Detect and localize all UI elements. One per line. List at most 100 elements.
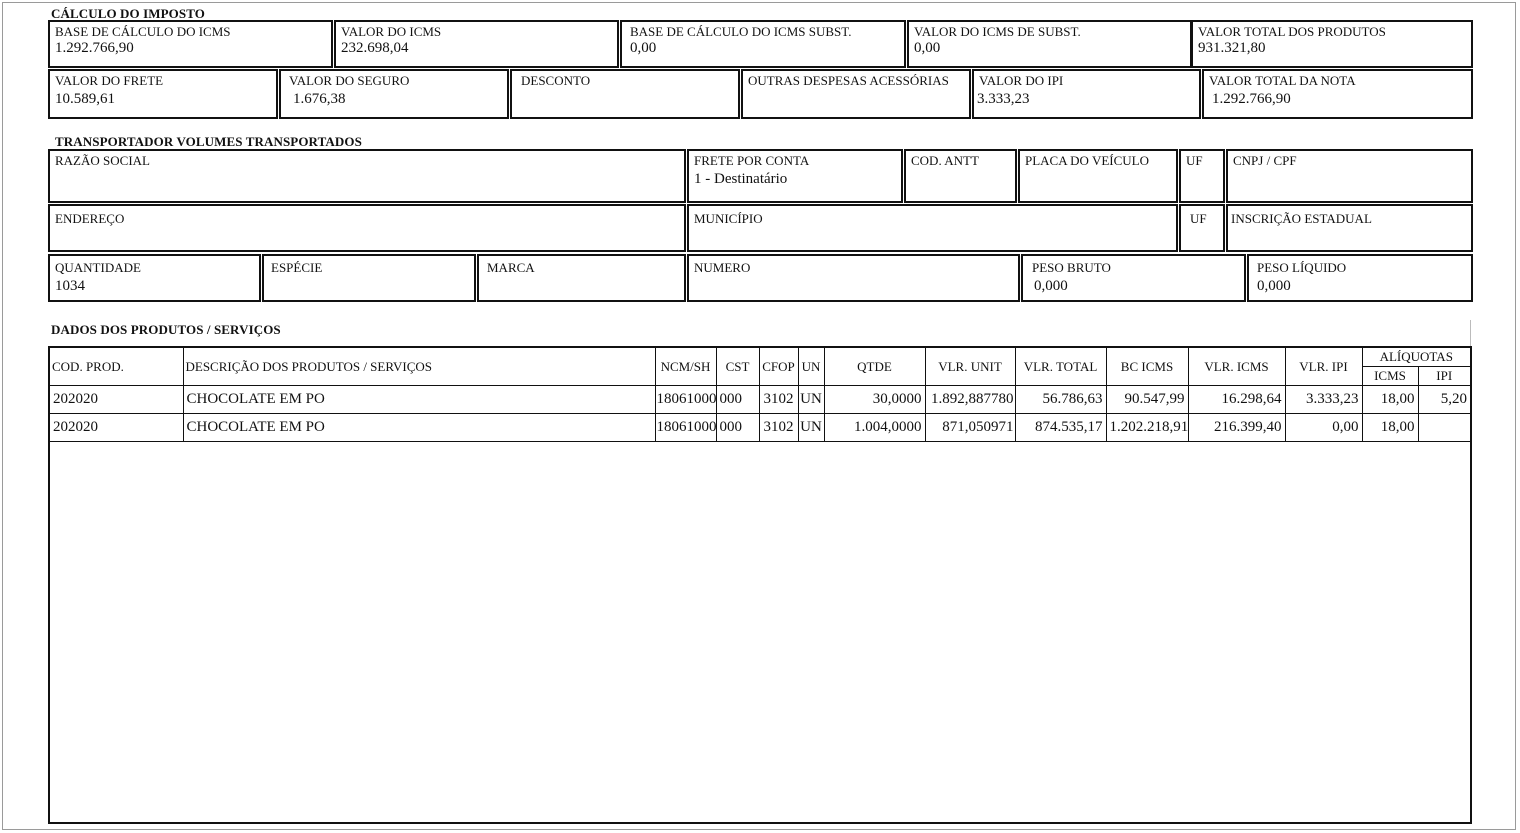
inscricao-estadual-box: INSCRIÇÃO ESTADUAL (1226, 204, 1473, 252)
cell-vlr-ipi: 3.333,23 (1284, 385, 1363, 414)
field-label: PESO BRUTO (1032, 260, 1111, 275)
valor-total-produtos-box: VALOR TOTAL DOS PRODUTOS 931.321,80 (1191, 20, 1473, 68)
table-row: 202020 CHOCOLATE EM PO 18061000 000 3102… (50, 413, 1470, 442)
field-label: UF (1186, 153, 1203, 168)
col-header-descricao: DESCRIÇÃO DOS PRODUTOS / SERVIÇOS (182, 348, 656, 386)
cell-cfop: 3102 (758, 413, 799, 442)
field-label: NUMERO (694, 260, 751, 275)
field-label: VALOR TOTAL DOS PRODUTOS (1198, 24, 1386, 39)
razao-social-box: RAZÃO SOCIAL (48, 149, 686, 203)
valor-frete-box: VALOR DO FRETE 10.589,61 (48, 69, 278, 119)
field-label: OUTRAS DESPESAS ACESSÓRIAS (748, 73, 949, 88)
cell-vlr-ipi: 0,00 (1284, 413, 1363, 442)
cell-vlr-total: 56.786,63 (1014, 385, 1107, 414)
field-label: RAZÃO SOCIAL (55, 153, 150, 168)
valor-icms-box: VALOR DO ICMS 232.698,04 (334, 20, 619, 68)
field-value: 1.292.766,90 (55, 40, 134, 56)
especie-box: ESPÉCIE (262, 254, 476, 302)
field-label: INSCRIÇÃO ESTADUAL (1231, 211, 1372, 226)
valor-ipi-box: VALOR DO IPI 3.333,23 (972, 69, 1201, 119)
cell-aliq-icms: 18,00 (1361, 385, 1419, 414)
field-label: COD. ANTT (911, 153, 979, 168)
field-label: UF (1190, 211, 1207, 226)
field-label: VALOR DO IPI (979, 73, 1064, 88)
cell-un: UN (797, 385, 825, 414)
uf-box: UF (1179, 204, 1225, 252)
cnpj-cpf-box: CNPJ / CPF (1226, 149, 1473, 203)
municipio-box: MUNICÍPIO (687, 204, 1178, 252)
cell-vlr-unit: 871,050971 (924, 413, 1016, 442)
cell-un: UN (797, 413, 825, 442)
placa-veiculo-box: PLACA DO VEÍCULO (1018, 149, 1178, 203)
col-header-aliquotas: ALÍQUOTAS (1361, 348, 1470, 367)
cell-descricao: CHOCOLATE EM PO (182, 413, 656, 442)
field-label: ESPÉCIE (271, 260, 323, 275)
field-label: BASE DE CÁLCULO DO ICMS (55, 24, 231, 39)
col-header-vlr-icms: VLR. ICMS (1187, 348, 1286, 386)
col-header-cfop: CFOP (758, 348, 799, 386)
peso-liquido-box: PESO LÍQUIDO 0,000 (1247, 254, 1473, 302)
cell-qtde: 30,0000 (823, 385, 926, 414)
field-label: BASE DE CÁLCULO DO ICMS SUBST. (630, 24, 852, 39)
transportador-section-title: TRANSPORTADOR VOLUMES TRANSPORTADOS (55, 134, 362, 149)
field-label: QUANTIDADE (55, 260, 141, 275)
produtos-section-title: DADOS DOS PRODUTOS / SERVIÇOS (51, 322, 281, 337)
col-header-aliq-ipi: IPI (1417, 366, 1470, 386)
cell-cst: 000 (715, 413, 760, 442)
cell-bc-icms: 90.547,99 (1105, 385, 1189, 414)
desconto-box: DESCONTO (510, 69, 740, 119)
field-value: 1034 (55, 278, 85, 294)
base-calculo-icms-box: BASE DE CÁLCULO DO ICMS 1.292.766,90 (48, 20, 333, 68)
field-label: PLACA DO VEÍCULO (1025, 153, 1149, 168)
field-value: 1 - Destinatário (694, 171, 788, 187)
col-header-cod-prod: COD. PROD. (50, 348, 184, 386)
cell-aliq-ipi (1417, 413, 1470, 442)
col-header-cst: CST (715, 348, 760, 386)
marca-box: MARCA (477, 254, 686, 302)
valor-total-nota-box: VALOR TOTAL DA NOTA 1.292.766,90 (1202, 69, 1473, 119)
cell-vlr-unit: 1.892,887780 (924, 385, 1016, 414)
field-label: VALOR DO ICMS (341, 24, 442, 39)
col-header-un: UN (797, 348, 825, 386)
cell-cst: 000 (715, 385, 760, 414)
col-header-vlr-ipi: VLR. IPI (1284, 348, 1363, 386)
field-value: 0,00 (914, 40, 941, 56)
cell-descricao: CHOCOLATE EM PO (182, 385, 656, 414)
valor-seguro-box: VALOR DO SEGURO 1.676,38 (279, 69, 509, 119)
cell-vlr-total: 874.535,17 (1014, 413, 1107, 442)
numero-box: NUMERO (687, 254, 1020, 302)
cell-ncm: 18061000 (654, 385, 717, 414)
col-header-ncm: NCM/SH (654, 348, 717, 386)
divider (1470, 320, 1471, 346)
field-label: FRETE POR CONTA (694, 153, 810, 168)
field-value: 1.292.766,90 (1212, 91, 1291, 107)
field-value: 0,000 (1034, 278, 1068, 294)
field-value: 10.589,61 (55, 91, 115, 107)
cell-cod-prod: 202020 (50, 413, 184, 442)
field-label: VALOR DO FRETE (55, 73, 164, 88)
table-row: 202020 CHOCOLATE EM PO 18061000 000 3102… (50, 385, 1470, 414)
valor-icms-subst-box: VALOR DO ICMS DE SUBST. 0,00 (907, 20, 1192, 68)
col-header-vlr-total: VLR. TOTAL (1014, 348, 1107, 386)
cell-aliq-ipi: 5,20 (1417, 385, 1470, 414)
products-table: COD. PROD. DESCRIÇÃO DOS PRODUTOS / SERV… (50, 348, 1470, 442)
uf-box: UF (1179, 149, 1225, 203)
col-header-bc-icms: BC ICMS (1105, 348, 1189, 386)
field-label: MARCA (487, 260, 535, 275)
field-label: CNPJ / CPF (1233, 153, 1297, 168)
field-label: ENDEREÇO (55, 211, 125, 226)
cell-vlr-icms: 216.399,40 (1187, 413, 1286, 442)
col-header-vlr-unit: VLR. UNIT (924, 348, 1016, 386)
endereco-box: ENDEREÇO (48, 204, 686, 252)
col-header-qtde: QTDE (823, 348, 926, 386)
field-value: 931.321,80 (1198, 40, 1266, 56)
base-calculo-icms-subst-box: BASE DE CÁLCULO DO ICMS SUBST. 0,00 (620, 20, 906, 68)
cell-aliq-icms: 18,00 (1361, 413, 1419, 442)
cell-ncm: 18061000 (654, 413, 717, 442)
field-value: 1.676,38 (293, 91, 346, 107)
field-value: 232.698,04 (341, 40, 409, 56)
cell-vlr-icms: 16.298,64 (1187, 385, 1286, 414)
field-value: 0,00 (630, 40, 657, 56)
field-value: 0,000 (1257, 278, 1291, 294)
cell-cfop: 3102 (758, 385, 799, 414)
